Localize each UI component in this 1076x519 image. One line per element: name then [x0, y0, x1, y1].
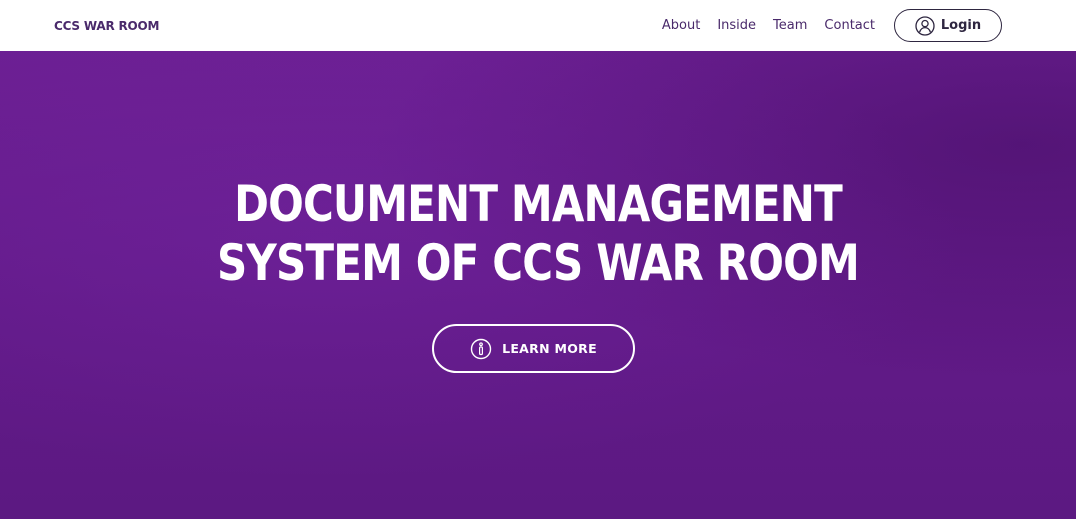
- learn-more-button[interactable]: LEARN MORE: [432, 324, 635, 373]
- user-icon: [915, 15, 935, 36]
- hero-title: DOCUMENT MANAGEMENT SYSTEM OF CCS WAR RO…: [0, 175, 1076, 293]
- brand-logo-text[interactable]: CCS WAR ROOM: [54, 19, 159, 33]
- learn-more-label: LEARN MORE: [502, 341, 597, 356]
- hero-title-line-1: DOCUMENT MANAGEMENT: [234, 175, 843, 233]
- hero-title-line-2: SYSTEM OF CCS WAR ROOM: [217, 234, 860, 292]
- nav-link-inside[interactable]: Inside: [717, 18, 756, 33]
- navbar: CCS WAR ROOM About Inside Team Contact L…: [0, 0, 1076, 51]
- login-button[interactable]: Login: [894, 9, 1002, 42]
- nav-links: About Inside Team Contact: [662, 18, 875, 33]
- nav-link-team[interactable]: Team: [773, 18, 807, 33]
- nav-link-about[interactable]: About: [662, 18, 700, 33]
- info-icon: [470, 338, 492, 360]
- hero-section: DOCUMENT MANAGEMENT SYSTEM OF CCS WAR RO…: [0, 51, 1076, 519]
- nav-link-contact[interactable]: Contact: [824, 18, 875, 33]
- nav-right: About Inside Team Contact Login: [662, 9, 1002, 42]
- login-label: Login: [940, 18, 982, 33]
